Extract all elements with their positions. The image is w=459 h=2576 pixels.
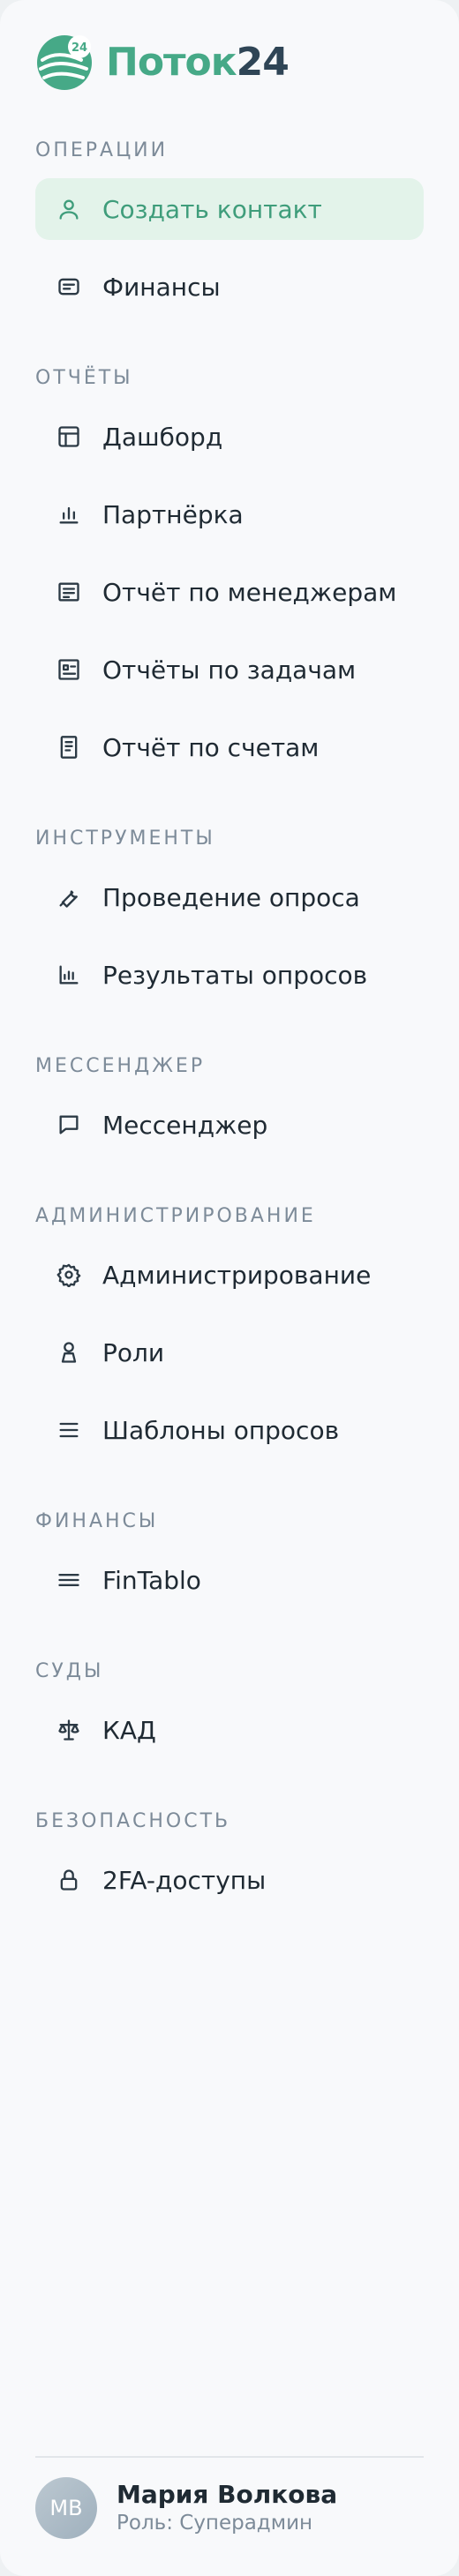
brand-logo[interactable]: 24 Поток24 (35, 34, 290, 92)
dashboard-icon (56, 424, 81, 449)
nav-item-fintablo[interactable]: FinTablo (35, 1549, 424, 1611)
user-info: Мария Волкова Роль: Суперадмин (117, 2480, 337, 2536)
logo-mark-icon: 24 (37, 35, 92, 90)
user-role: Роль: Суперадмин (117, 2512, 313, 2535)
wrench-icon (56, 885, 81, 910)
nav-item-administration[interactable]: Администрирование (35, 1244, 424, 1306)
section-title-messenger: Мессенджер (35, 1055, 206, 1077)
footer-divider (35, 2456, 424, 2458)
nav-item-label: Создать контакт (102, 194, 322, 224)
section-title-administration: Администрирование (35, 1205, 316, 1227)
menu-icon (56, 1568, 81, 1592)
gear-icon (56, 1262, 81, 1287)
nav-item-kad[interactable]: КАД (35, 1699, 424, 1761)
nav-item-partners[interactable]: Партнёрка (35, 483, 424, 545)
nav-item-label: Отчёт по менеджерам (102, 577, 397, 607)
nav-item-label: FinTablo (102, 1565, 201, 1595)
section-title-tools: Инструменты (35, 827, 215, 850)
nav-item-roles[interactable]: Роли (35, 1322, 424, 1383)
scales-icon (56, 1718, 81, 1742)
wallet-icon (56, 274, 81, 299)
nav-item-label: Результаты опросов (102, 960, 368, 990)
invoice-icon (56, 735, 81, 760)
nav-item-task-reports[interactable]: Отчёты по задачам (35, 639, 424, 700)
section-title-operations: Операции (35, 139, 169, 161)
list-icon (56, 1418, 81, 1442)
nav-item-finances[interactable]: Финансы (35, 256, 424, 318)
nav-item-2fa-access[interactable]: 2FA-доступы (35, 1849, 424, 1911)
nav-item-dashboard[interactable]: Дашборд (35, 406, 424, 468)
section-title-courts: Суды (35, 1660, 104, 1682)
user-name: Мария Волкова (117, 2480, 338, 2509)
logo-badge-text: 24 (71, 41, 87, 55)
sidebar-panel: 24 Поток24 Операции Создать контакт Фина… (0, 0, 459, 2576)
nav-item-label: КАД (102, 1715, 156, 1745)
nav-item-survey-templates[interactable]: Шаблоны опросов (35, 1399, 424, 1461)
lock-icon (56, 1868, 81, 1892)
task-report-icon (56, 657, 81, 682)
section-title-finance: Финансы (35, 1510, 159, 1532)
nav-item-label: 2FA-доступы (102, 1865, 267, 1895)
results-chart-icon (56, 962, 81, 987)
nav-item-label: Финансы (102, 272, 221, 302)
user-profile[interactable]: МВ Мария Волкова Роль: Суперадмин (35, 2477, 337, 2539)
report-icon (56, 580, 81, 604)
section-title-reports: Отчёты (35, 367, 133, 389)
nav-item-label: Дашборд (102, 422, 223, 452)
avatar: МВ (35, 2477, 97, 2539)
nav-item-run-survey[interactable]: Проведение опроса (35, 866, 424, 928)
nav-item-manager-report[interactable]: Отчёт по менеджерам (35, 561, 424, 623)
nav-item-label: Партнёрка (102, 499, 244, 529)
nav-item-label: Отчёты по задачам (102, 655, 357, 685)
brand-name: Поток24 (106, 40, 290, 85)
chat-icon (56, 1112, 81, 1137)
bar-chart-icon (56, 502, 81, 527)
nav-item-label: Роли (102, 1337, 165, 1367)
nav-item-survey-results[interactable]: Результаты опросов (35, 944, 424, 1006)
nav-item-messenger[interactable]: Мессенджер (35, 1094, 424, 1156)
nav-item-label: Проведение опроса (102, 882, 360, 912)
nav-item-label: Шаблоны опросов (102, 1415, 340, 1445)
section-title-security: Безопасность (35, 1810, 231, 1832)
nav-item-create-contact[interactable]: Создать контакт (35, 178, 424, 240)
brand-name-part-b: 24 (236, 40, 290, 85)
nav-item-label: Мессенджер (102, 1110, 268, 1140)
nav-item-label: Администрирование (102, 1260, 372, 1290)
person-icon (56, 1340, 81, 1365)
nav-item-invoice-report[interactable]: Отчёт по счетам (35, 716, 424, 778)
brand-name-part-a: Поток (106, 40, 237, 85)
nav-item-label: Отчёт по счетам (102, 732, 320, 762)
user-icon (56, 197, 81, 221)
